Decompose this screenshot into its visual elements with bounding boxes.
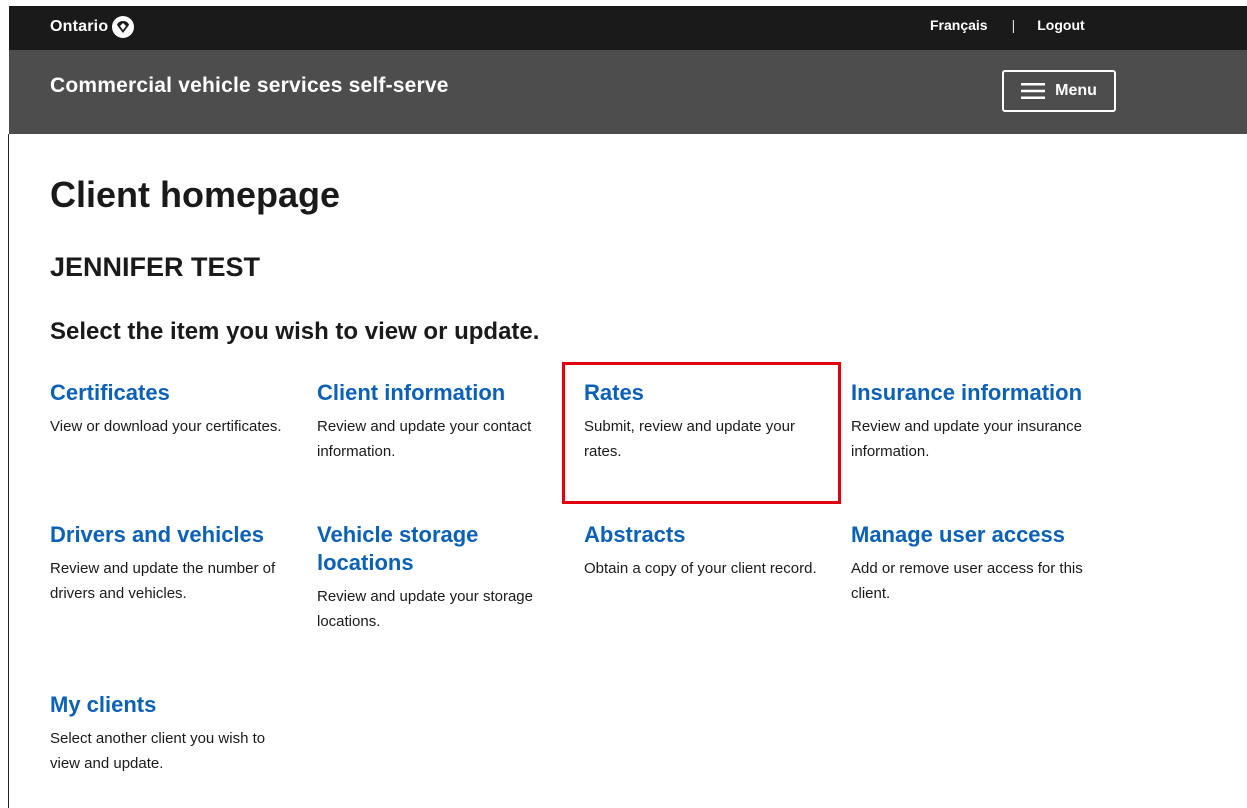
abstracts-link[interactable]: Abstracts [584, 521, 839, 549]
top-bar: Ontario Français | Logout [9, 6, 1247, 50]
site-header: Commercial vehicle services self-serve M… [9, 50, 1247, 134]
card-insurance-information: Insurance information Review and update … [851, 379, 1116, 464]
card-certificates: Certificates View or download your certi… [50, 379, 305, 439]
vehicle-storage-locations-description: Review and update your storage locations… [317, 588, 533, 630]
client-information-description: Review and update your contact informati… [317, 418, 532, 460]
ontario-logo[interactable]: Ontario [50, 16, 135, 38]
page-title: Client homepage [50, 174, 341, 215]
insurance-information-link[interactable]: Insurance information [851, 379, 1116, 407]
instruction-heading: Select the item you wish to view or upda… [50, 318, 540, 345]
manage-user-access-description: Add or remove user access for this clien… [851, 560, 1083, 602]
window-left-edge [8, 134, 9, 808]
certificates-description: View or download your certificates. [50, 418, 282, 435]
menu-label: Menu [1055, 82, 1097, 99]
vehicle-storage-locations-link[interactable]: Vehicle storage locations [317, 521, 557, 577]
ontario-wordmark: Ontario [50, 18, 109, 35]
insurance-information-description: Review and update your insurance informa… [851, 418, 1082, 460]
highlight-box [562, 362, 841, 504]
client-information-link[interactable]: Client information [317, 379, 572, 407]
site-title[interactable]: Commercial vehicle services self-serve [50, 74, 449, 98]
my-clients-description: Select another client you wish to view a… [50, 730, 266, 772]
top-links: Français | Logout [930, 17, 1085, 33]
abstracts-description: Obtain a copy of your client record. [584, 560, 817, 577]
card-vehicle-storage-locations: Vehicle storage locations Review and upd… [317, 521, 557, 634]
card-client-information: Client information Review and update you… [317, 379, 572, 464]
card-my-clients: My clients Select another client you wis… [50, 691, 295, 776]
drivers-and-vehicles-link[interactable]: Drivers and vehicles [50, 521, 305, 549]
logout-link[interactable]: Logout [1037, 17, 1084, 33]
card-manage-user-access: Manage user access Add or remove user ac… [851, 521, 1106, 606]
card-abstracts: Abstracts Obtain a copy of your client r… [584, 521, 839, 581]
client-name: JENNIFER TEST [50, 252, 261, 282]
card-drivers-and-vehicles: Drivers and vehicles Review and update t… [50, 521, 305, 606]
french-language-link[interactable]: Français [930, 17, 988, 33]
trillium-icon [112, 16, 135, 38]
drivers-and-vehicles-description: Review and update the number of drivers … [50, 560, 276, 602]
certificates-link[interactable]: Certificates [50, 379, 305, 407]
link-separator: | [1011, 17, 1016, 33]
my-clients-link[interactable]: My clients [50, 691, 295, 719]
menu-button[interactable]: Menu [1002, 70, 1116, 112]
manage-user-access-link[interactable]: Manage user access [851, 521, 1106, 549]
hamburger-icon [1021, 83, 1046, 99]
